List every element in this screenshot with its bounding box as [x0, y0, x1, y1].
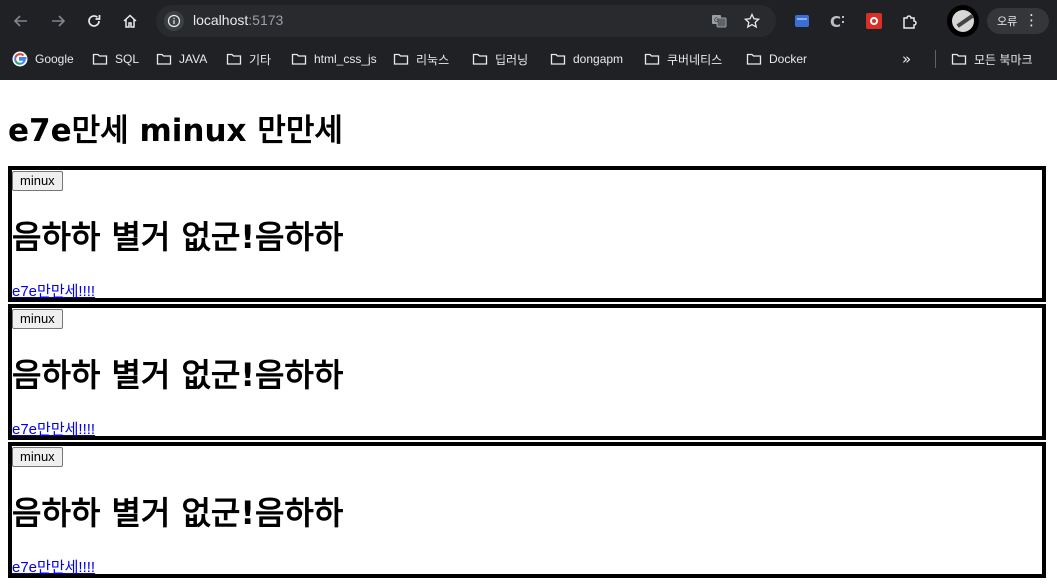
bookmark-label: 기타 [249, 52, 272, 67]
bookmark-label: dongapm [573, 52, 624, 66]
page-viewport: e7e만세 minux 만만세 minux 음하하 별거 없군!음하하 e7e만… [0, 80, 1057, 587]
folder-icon [156, 53, 172, 65]
bookmark-folder-dongapm[interactable]: dongapm [550, 50, 623, 68]
bookmarks-bar: Google SQL JAVA 기타 html_css_js 리눅스 딥러닝 d… [0, 42, 1057, 76]
profile-error-button[interactable]: 오류 ⋮ [987, 8, 1049, 34]
bookmark-label: Google [35, 52, 74, 66]
bookmark-folder-kubernetes[interactable]: 쿠버네티스 [644, 50, 722, 68]
bookmark-folder-sql[interactable]: SQL [92, 50, 139, 68]
site-info-button[interactable] [164, 11, 184, 31]
bookmark-folder-html-css-js[interactable]: html_css_js [291, 50, 377, 68]
bookmark-folder-etc[interactable]: 기타 [226, 50, 271, 68]
extensions-puzzle-icon[interactable] [901, 12, 919, 30]
folder-icon [472, 53, 488, 65]
bookmarks-divider [935, 50, 936, 68]
profile-error-label: 오류 [997, 15, 1018, 28]
folder-icon [951, 53, 967, 65]
card: minux 음하하 별거 없군!음하하 e7e만만세!!!! [8, 442, 1046, 578]
avatar-image [952, 10, 974, 32]
card: minux 음하하 별거 없군!음하하 e7e만만세!!!! [8, 166, 1046, 302]
bookmark-label: JAVA [179, 52, 208, 66]
folder-icon [746, 53, 762, 65]
bookmark-star-icon[interactable] [744, 13, 760, 29]
bookmarks-overflow-chevron-icon[interactable]: » [902, 50, 911, 68]
bookmark-label: 쿠버네티스 [667, 52, 723, 67]
bookmark-label: SQL [115, 52, 140, 66]
all-bookmarks-folder[interactable]: 모든 북마크 [951, 50, 1033, 68]
url-text: localhost:5173 [193, 12, 283, 28]
forward-arrow-icon [52, 15, 66, 27]
browser-toolbar: localhost:5173 G C 오류 ⋮ [0, 0, 1057, 42]
home-icon [123, 14, 137, 28]
card-link[interactable]: e7e만만세!!!! [12, 280, 95, 301]
home-button[interactable] [118, 9, 142, 33]
bookmark-folder-linux[interactable]: 리눅스 [393, 50, 449, 68]
card-heading: 음하하 별거 없군!음하하 [12, 356, 344, 394]
all-bookmarks-label: 모든 북마크 [974, 52, 1033, 67]
info-icon [167, 14, 181, 28]
extension-red-icon[interactable] [865, 12, 883, 30]
reload-button[interactable] [82, 9, 106, 33]
card-link[interactable]: e7e만만세!!!! [12, 418, 95, 439]
bookmark-label: 딥러닝 [495, 52, 529, 67]
folder-icon [92, 53, 108, 65]
svg-text:C: C [830, 13, 841, 30]
bookmark-label: Docker [769, 52, 808, 66]
minux-button[interactable]: minux [12, 171, 63, 191]
bookmark-label: 리눅스 [416, 52, 450, 67]
bookmark-folder-java[interactable]: JAVA [156, 50, 207, 68]
back-button[interactable] [9, 9, 33, 33]
svg-text:G: G [714, 17, 719, 24]
extension-blue-icon[interactable] [793, 12, 811, 30]
forward-button[interactable] [46, 9, 70, 33]
folder-icon [393, 53, 409, 65]
translate-icon[interactable]: G [711, 13, 727, 29]
folder-icon [226, 53, 242, 65]
profile-avatar[interactable] [947, 5, 979, 37]
bookmark-label: html_css_js [314, 52, 377, 66]
bookmark-folder-docker[interactable]: Docker [746, 50, 807, 68]
folder-icon [291, 53, 307, 65]
card-heading: 음하하 별거 없군!음하하 [12, 218, 344, 256]
folder-icon [550, 53, 566, 65]
browser-chrome: localhost:5173 G C 오류 ⋮ Google SQL JAVA [0, 0, 1057, 80]
kebab-menu-icon[interactable]: ⋮ [1024, 12, 1039, 28]
url-port: :5173 [248, 12, 284, 28]
extension-c-icon[interactable]: C [829, 12, 847, 30]
card: minux 음하하 별거 없군!음하하 e7e만만세!!!! [8, 304, 1046, 440]
bookmark-google[interactable]: Google [12, 50, 74, 68]
page-title: e7e만세 minux 만만세 [8, 113, 343, 149]
folder-icon [644, 53, 660, 65]
address-bar[interactable]: localhost:5173 G [156, 5, 776, 37]
reload-icon [88, 15, 101, 27]
minux-button[interactable]: minux [12, 309, 63, 329]
minux-button[interactable]: minux [12, 447, 63, 467]
google-icon [12, 51, 28, 67]
url-host: localhost [193, 12, 249, 28]
bookmark-folder-deep-learning[interactable]: 딥러닝 [472, 50, 528, 68]
card-link[interactable]: e7e만만세!!!! [12, 556, 95, 577]
card-heading: 음하하 별거 없군!음하하 [12, 494, 344, 532]
back-arrow-icon [13, 15, 27, 27]
